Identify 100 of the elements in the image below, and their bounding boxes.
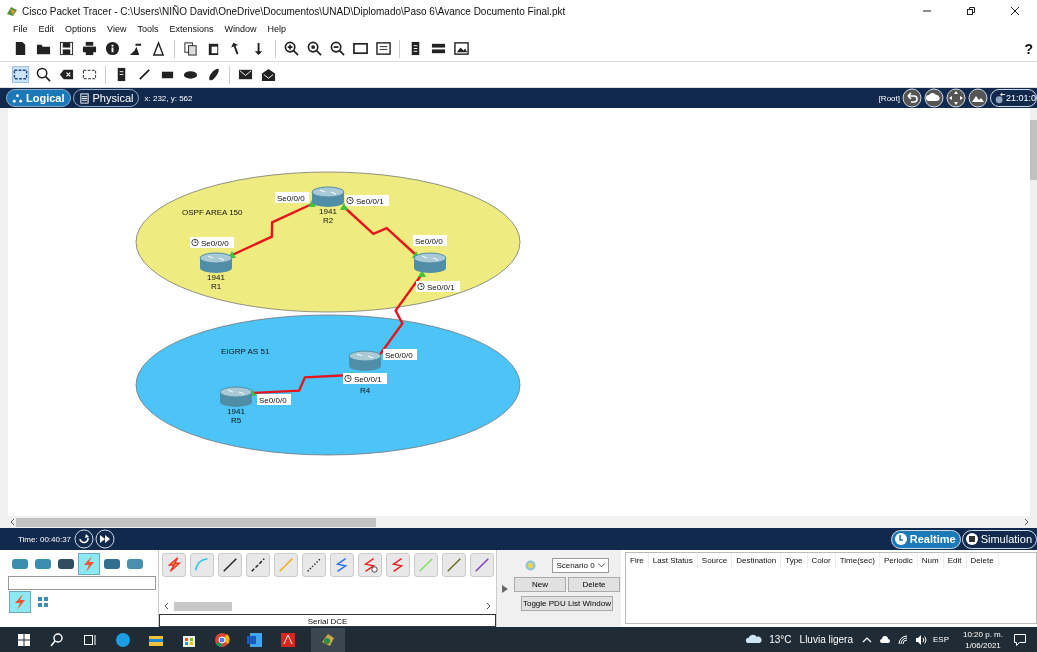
router-name: R4 [359,386,371,395]
menu-item[interactable]: Window [224,24,257,34]
time-label: Time: 00:40:37 [18,534,72,544]
port-label: Se0/0/1 [416,281,460,292]
wifi-icon[interactable] [896,633,909,646]
scenario-button[interactable]: Delete [568,577,620,592]
language-indicator[interactable]: ESP [932,635,949,644]
router-model: 1941 [227,407,245,416]
info-icon[interactable] [105,41,120,56]
line-icon[interactable] [137,67,152,82]
clock-time[interactable]: 10:20 p. m. [962,628,1003,640]
cable-icon[interactable] [246,553,270,577]
scrollbar-thumb[interactable] [174,601,232,611]
scenario-select[interactable]: Scenario 0 [552,558,609,573]
cloud-rain-icon [745,633,764,646]
router-name: R5 [230,416,242,425]
area-label: EIGRP AS 51 [221,347,270,356]
open-envelope-icon[interactable] [261,67,276,82]
cable-icon[interactable] [218,553,242,577]
clock-date[interactable]: 1/06/2021 [965,639,1001,651]
freeform-icon[interactable] [206,67,221,82]
menu-item[interactable]: Help [267,24,286,34]
zoom-reset-icon[interactable] [307,41,322,56]
help-button[interactable]: ? [1024,40,1033,57]
clock-icon [893,532,908,546]
column-header: Type [781,553,808,568]
copy-icon[interactable] [183,41,198,56]
scrollbar-thumb[interactable] [1030,120,1037,180]
speaker-icon[interactable] [914,633,927,646]
router-name: R2 [322,216,334,225]
move-icon[interactable] [945,88,966,108]
list-icon[interactable] [376,41,391,56]
port-label: Se0/0/0 [275,192,309,203]
temperature: 13°C [769,634,792,645]
document-icon [78,92,90,104]
port-label: Se0/0/0 [413,235,447,246]
port-label: Se0/0/1 [345,195,389,206]
menu-item[interactable]: Tools [137,24,159,34]
cable-icon[interactable] [330,553,354,577]
scroll-right-icon[interactable] [486,602,492,610]
zoom-out-icon[interactable] [330,41,345,56]
toggle-pdu-button[interactable]: Toggle PDU List Window [521,596,613,611]
new-file-icon[interactable] [13,41,28,56]
notification-icon[interactable] [1013,632,1027,647]
column-header: Last Status [648,553,698,568]
window-icon[interactable] [353,41,368,56]
cable-icon[interactable] [470,553,494,577]
cable-icon[interactable] [386,553,410,577]
globe-icon [993,92,1006,104]
reset-icon[interactable] [74,529,95,549]
scroll-right-icon[interactable] [1024,518,1030,526]
save-icon[interactable] [59,41,74,56]
select-icon[interactable] [13,67,28,82]
column-header: Color [807,553,836,568]
packet-tracer-icon[interactable] [311,627,345,652]
cable-icon[interactable] [442,553,466,577]
lightning-icon[interactable] [10,592,30,612]
menu-item[interactable]: Edit [38,24,55,34]
device-search-field[interactable] [8,576,156,590]
column-header: Delete [966,553,999,568]
scroll-left-icon[interactable] [9,518,15,526]
restore-icon[interactable] [966,6,976,16]
delete-icon[interactable] [59,67,74,82]
chevron-down-icon [597,563,605,568]
resize-icon[interactable] [82,67,97,82]
window-title: Cisco Packet Tracer - C:\Users\NIÑO David\OneDrive\Documentos\UNAD\Diplomado\Paso 6\Avance Documento Final.pkt [22,5,566,17]
cable-caption: Serial DCE [159,614,496,627]
wizard-icon[interactable] [128,41,143,56]
port-label: Se0/0/0 [190,237,234,248]
server-icon[interactable] [431,41,446,56]
mode-tab[interactable]: Realtime [890,529,961,549]
cable-icon[interactable] [358,553,382,577]
cable-icon[interactable] [162,553,186,577]
nodes-icon [12,92,23,104]
expand-arrow-icon[interactable] [502,584,508,593]
column-header: Destination [732,553,782,568]
fast-forward-icon[interactable] [95,529,116,549]
column-header: Fire [626,553,649,568]
search-icon[interactable] [36,67,51,82]
weather-text: Lluvia ligera [799,634,853,645]
zoom-in-icon[interactable] [284,41,299,56]
envelope-icon[interactable] [238,67,253,82]
menu-item[interactable]: Options [65,24,97,34]
menu-item[interactable]: File [13,24,28,34]
printer-icon[interactable] [82,41,97,56]
menu-item[interactable]: Extensions [169,24,214,34]
image-icon[interactable] [454,41,469,56]
scroll-left-icon[interactable] [163,602,169,610]
cursor-position: x: 232, y: 562 [144,93,193,103]
scrollbar-thumb[interactable] [16,517,376,527]
column-header: Source [697,553,733,568]
landscape-icon[interactable] [967,88,988,108]
paste-icon[interactable] [206,41,221,56]
router-name: R1 [210,282,222,291]
router-model: 1941 [207,273,225,282]
close-icon[interactable] [1010,6,1020,16]
menu-item[interactable]: View [107,24,127,34]
scenario-button[interactable]: New [514,577,566,592]
workspace-tab[interactable]: Logical [6,89,71,107]
column-header: Num [917,553,944,568]
